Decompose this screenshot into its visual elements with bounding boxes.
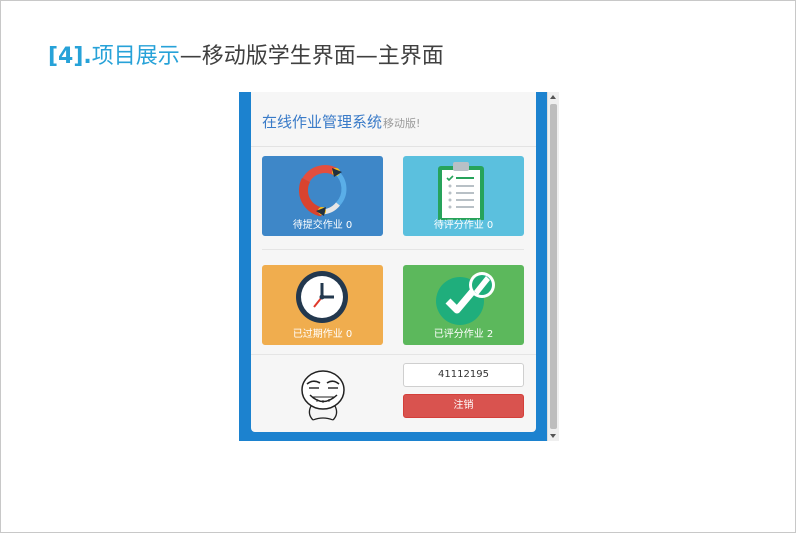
tile-expired[interactable]: 已过期作业 0 (262, 265, 383, 345)
app-subtitle: 移动版! (383, 117, 421, 130)
slide-title-main: 项目展示 (91, 44, 180, 69)
scrollbar[interactable] (547, 92, 559, 441)
tile-label-text: 已过期作业 (292, 329, 343, 340)
tile-count: 2 (486, 329, 494, 340)
tile-pending-review[interactable]: 待评分作业 0 (403, 156, 524, 236)
avatar (301, 370, 345, 421)
tile-graded[interactable]: 已评分作业 2 (403, 265, 524, 345)
mobile-screenshot: 在线作业管理系统移动版! 待提交作业 0 待评分作业 0 已过期作业 0 已评分… (239, 92, 559, 441)
logout-button[interactable]: 注销 (403, 394, 524, 418)
scrollbar-thumb[interactable] (550, 104, 557, 429)
user-id-field: 41112195 (403, 363, 524, 387)
app-title-text: 在线作业管理系统 (262, 113, 383, 131)
tile-count: 0 (345, 220, 353, 231)
tile-label-text: 已评分作业 (433, 329, 484, 340)
slide-title-rest: —移动版学生界面—主界面 (179, 44, 444, 69)
scroll-down-arrow-icon[interactable] (550, 434, 556, 438)
slide-title-number: [4]. (48, 44, 92, 69)
tile-label: 待提交作业 0 (262, 216, 383, 231)
divider (251, 354, 536, 355)
app-title: 在线作业管理系统移动版! (262, 111, 420, 132)
tile-pending-submit[interactable]: 待提交作业 0 (262, 156, 383, 236)
refresh-arrows-icon (298, 165, 347, 217)
tile-label: 已过期作业 0 (262, 325, 383, 340)
main-panel: 在线作业管理系统移动版! 待提交作业 0 待评分作业 0 已过期作业 0 已评分… (251, 92, 536, 432)
tile-label: 待评分作业 0 (403, 216, 524, 231)
clock-icon (296, 271, 348, 323)
tile-count: 0 (345, 329, 353, 340)
clipboard-checklist-icon (438, 162, 484, 220)
scroll-up-arrow-icon[interactable] (550, 95, 556, 99)
checkmark-badge-icon (436, 272, 495, 325)
slide-title: [4].项目展示—移动版学生界面—主界面 (48, 40, 444, 74)
tile-label-text: 待提交作业 (292, 220, 343, 231)
tile-label: 已评分作业 2 (403, 325, 524, 340)
divider (262, 249, 524, 250)
app-header: 在线作业管理系统移动版! (251, 92, 536, 147)
tile-label-text: 待评分作业 (433, 220, 484, 231)
tile-count: 0 (486, 220, 494, 231)
